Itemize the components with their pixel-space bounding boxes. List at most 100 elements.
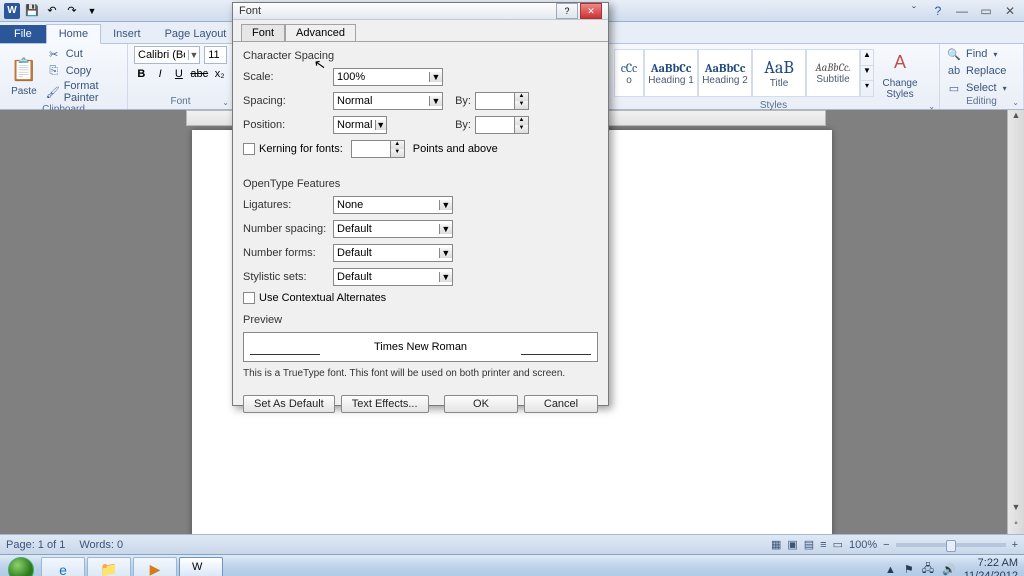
underline-button[interactable]: U	[172, 65, 187, 83]
font-size-combo[interactable]	[204, 46, 227, 64]
text-effects-button[interactable]: Text Effects...	[341, 395, 429, 413]
start-button[interactable]	[2, 555, 40, 576]
redo-icon[interactable]: ↷	[64, 3, 80, 19]
vertical-scrollbar[interactable]: ▲ ▼ ◦	[1007, 110, 1024, 534]
window-minimize-icon[interactable]: —	[952, 4, 972, 18]
spin-down-icon[interactable]: ▼	[391, 149, 404, 157]
style-item[interactable]: cCco	[614, 49, 644, 97]
dialog-body: Character Spacing Scale: ▼ Spacing: ▼ By…	[233, 41, 608, 387]
window-close-icon[interactable]: ✕	[1000, 4, 1020, 18]
spacing-by-spinner[interactable]: ▲▼	[475, 92, 529, 110]
spacing-combo[interactable]: ▼	[333, 92, 443, 110]
chevron-down-icon[interactable]: ▼	[439, 248, 452, 258]
chevron-down-icon[interactable]: ▼	[429, 96, 442, 106]
dialog-help-icon[interactable]: ?	[556, 3, 578, 19]
taskbar-media-button[interactable]: ▶	[133, 557, 177, 576]
scroll-up-icon[interactable]: ▲	[1008, 110, 1024, 126]
tray-volume-icon[interactable]: 🔊	[942, 563, 956, 576]
chevron-down-icon[interactable]: ▼	[375, 120, 387, 130]
find-button[interactable]: 🔍Find▾	[946, 46, 1017, 62]
chevron-down-icon[interactable]: ▼	[439, 200, 452, 210]
italic-button[interactable]: I	[153, 65, 168, 83]
spin-down-icon[interactable]: ▼	[515, 101, 528, 109]
number-spacing-combo[interactable]: ▼	[333, 220, 453, 238]
chevron-down-icon[interactable]: ▼	[439, 224, 452, 234]
zoom-out-button[interactable]: −	[883, 539, 889, 551]
undo-icon[interactable]: ↶	[44, 3, 60, 19]
spin-down-icon[interactable]: ▼	[515, 125, 528, 133]
style-item[interactable]: AaBbCcHeading 2	[698, 49, 752, 97]
font-group-label: Font	[134, 96, 227, 109]
style-item[interactable]: AaBbCc.Subtitle	[806, 49, 860, 97]
styles-gallery[interactable]: cCco AaBbCcHeading 1 AaBbCcHeading 2 AaB…	[614, 49, 874, 97]
kerning-spinner[interactable]: ▲▼	[351, 140, 405, 158]
help-icon[interactable]: ?	[928, 4, 948, 18]
save-icon[interactable]: 💾	[24, 3, 40, 19]
copy-button[interactable]: ⎘Copy	[46, 63, 121, 79]
tab-advanced[interactable]: Advanced	[285, 24, 356, 41]
home-tab[interactable]: Home	[46, 24, 101, 44]
word-count[interactable]: Words: 0	[79, 539, 123, 551]
zoom-level[interactable]: 100%	[849, 539, 877, 551]
subscript-button[interactable]: x₂	[212, 65, 227, 83]
chevron-down-icon[interactable]: ▼	[188, 50, 199, 60]
number-forms-combo[interactable]: ▼	[333, 244, 453, 262]
spin-up-icon[interactable]: ▲	[515, 117, 528, 125]
taskbar-explorer-button[interactable]: 📁	[87, 557, 131, 576]
select-button[interactable]: ▭Select▾	[946, 80, 1017, 96]
bold-button[interactable]: B	[134, 65, 149, 83]
tab-font[interactable]: Font	[241, 24, 285, 41]
scale-combo[interactable]: ▼	[333, 68, 443, 86]
gallery-more-icon[interactable]: ▾	[861, 80, 873, 96]
replace-button[interactable]: abReplace	[946, 63, 1017, 79]
set-as-default-button[interactable]: Set As Default	[243, 395, 335, 413]
kerning-checkbox[interactable]	[243, 143, 255, 155]
dialog-close-icon[interactable]: ✕	[580, 3, 602, 19]
spin-up-icon[interactable]: ▲	[515, 93, 528, 101]
paste-button[interactable]: 📋 Paste	[6, 54, 42, 97]
scroll-down-icon[interactable]: ▼	[1008, 502, 1024, 518]
qat-dropdown-icon[interactable]: ▼	[84, 3, 100, 19]
quick-access-toolbar: W 💾 ↶ ↷ ▼	[4, 3, 100, 19]
zoom-slider[interactable]	[896, 543, 1006, 547]
view-web-icon[interactable]: ▤	[804, 538, 814, 551]
ligatures-combo[interactable]: ▼	[333, 196, 453, 214]
tray-flag-icon[interactable]: ⚑	[904, 563, 914, 576]
taskbar-ie-button[interactable]: e	[41, 557, 85, 576]
file-tab[interactable]: File	[0, 25, 46, 43]
style-item[interactable]: AaBbCcHeading 1	[644, 49, 698, 97]
spin-up-icon[interactable]: ▲	[391, 141, 404, 149]
minimize-ribbon-icon[interactable]: ˇ	[904, 4, 924, 18]
taskbar-word-button[interactable]: W	[179, 557, 223, 576]
cancel-button[interactable]: Cancel	[524, 395, 598, 413]
strikethrough-button[interactable]: abc	[190, 65, 208, 83]
view-full-screen-icon[interactable]: ▣	[787, 538, 797, 551]
format-painter-button[interactable]: 🖌Format Painter	[46, 80, 121, 104]
taskbar-clock[interactable]: 7:22 AM 11/24/2012	[964, 557, 1018, 576]
page-indicator[interactable]: Page: 1 of 1	[6, 539, 65, 551]
window-restore-icon[interactable]: ▭	[976, 4, 996, 18]
gallery-up-icon[interactable]: ▲	[861, 50, 873, 65]
font-name-combo[interactable]: ▼	[134, 46, 200, 64]
ok-button[interactable]: OK	[444, 395, 518, 413]
tray-network-icon[interactable]: 🖧	[922, 560, 934, 576]
position-by-spinner[interactable]: ▲▼	[475, 116, 529, 134]
object-browse-icon[interactable]: ◦	[1008, 518, 1024, 534]
chevron-down-icon[interactable]: ▼	[439, 272, 452, 282]
position-combo[interactable]: ▼	[333, 116, 387, 134]
stylistic-sets-combo[interactable]: ▼	[333, 268, 453, 286]
view-print-layout-icon[interactable]: ▦	[771, 538, 781, 551]
page-layout-tab[interactable]: Page Layout	[153, 25, 239, 43]
cut-button[interactable]: ✂Cut	[46, 46, 121, 62]
style-item[interactable]: AaBTitle	[752, 49, 806, 97]
zoom-in-button[interactable]: +	[1012, 539, 1018, 551]
chevron-down-icon[interactable]: ▼	[429, 72, 442, 82]
change-styles-button[interactable]: A Change Styles	[878, 46, 922, 100]
view-draft-icon[interactable]: ▭	[833, 538, 843, 551]
contextual-alternates-checkbox[interactable]	[243, 292, 255, 304]
gallery-down-icon[interactable]: ▼	[861, 65, 873, 81]
tray-overflow-icon[interactable]: ▲	[885, 564, 896, 576]
dialog-titlebar[interactable]: Font ? ✕	[233, 3, 608, 20]
view-outline-icon[interactable]: ≡	[820, 539, 826, 551]
insert-tab[interactable]: Insert	[101, 25, 153, 43]
